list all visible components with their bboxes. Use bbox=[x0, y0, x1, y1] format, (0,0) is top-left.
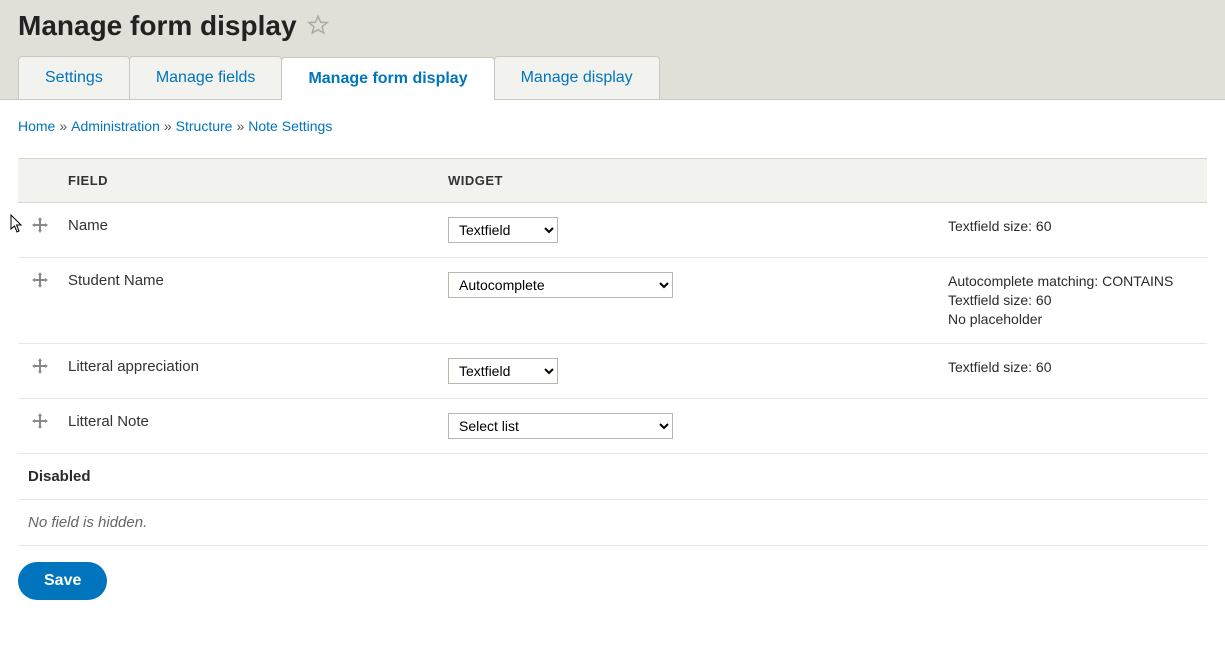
field-name: Litteral appreciation bbox=[58, 343, 438, 398]
widget-select[interactable]: Textfield bbox=[448, 358, 558, 384]
breadcrumb-link[interactable]: Note Settings bbox=[248, 118, 332, 134]
table-row: Litteral appreciation Textfield Textfield … bbox=[18, 343, 1207, 398]
drag-handle-icon[interactable] bbox=[32, 358, 48, 377]
column-header-field: FIELD bbox=[58, 159, 438, 203]
breadcrumb-link[interactable]: Structure bbox=[176, 118, 233, 134]
breadcrumb-separator: » bbox=[55, 118, 71, 134]
widget-summary: Autocomplete matching: CONTAINSTextfield… bbox=[948, 272, 1197, 329]
page-title: Manage form display bbox=[18, 10, 297, 42]
tab-manage-form-display[interactable]: Manage form display bbox=[281, 57, 494, 100]
drag-handle-icon[interactable] bbox=[32, 272, 48, 291]
tab-settings[interactable]: Settings bbox=[18, 56, 130, 99]
star-icon[interactable] bbox=[307, 14, 329, 39]
widget-select[interactable]: Autocomplete bbox=[448, 272, 673, 298]
breadcrumb-link[interactable]: Administration bbox=[71, 118, 160, 134]
save-button[interactable]: Save bbox=[18, 562, 107, 600]
form-display-table: FIELD WIDGET Name Textfield Textfield size… bbox=[18, 158, 1207, 546]
table-row: Name Textfield Textfield size: 60 bbox=[18, 203, 1207, 258]
table-row: Student Name Autocomplete Autocomplete mat… bbox=[18, 258, 1207, 344]
field-name: Litteral Note bbox=[58, 398, 438, 453]
widget-select[interactable]: Textfield bbox=[448, 217, 558, 243]
widget-select[interactable]: Select list bbox=[448, 413, 673, 439]
table-row: Litteral Note Select list bbox=[18, 398, 1207, 453]
breadcrumb-separator: » bbox=[232, 118, 248, 134]
field-name: Name bbox=[58, 203, 438, 258]
breadcrumb-link[interactable]: Home bbox=[18, 118, 55, 134]
disabled-empty-message: No field is hidden. bbox=[18, 499, 1207, 545]
disabled-section-heading: Disabled bbox=[18, 453, 1207, 499]
tab-manage-display[interactable]: Manage display bbox=[494, 56, 660, 99]
widget-summary: Textfield size: 60 bbox=[948, 358, 1197, 377]
primary-tabs: SettingsManage fieldsManage form display… bbox=[18, 56, 1207, 99]
column-header-widget: WIDGET bbox=[438, 159, 938, 203]
breadcrumb-separator: » bbox=[160, 118, 176, 134]
breadcrumb: Home»Administration»Structure»Note Setti… bbox=[18, 112, 1207, 152]
drag-handle-icon[interactable] bbox=[32, 413, 48, 432]
tab-manage-fields[interactable]: Manage fields bbox=[129, 56, 283, 99]
drag-handle-icon[interactable] bbox=[32, 217, 48, 236]
field-name: Student Name bbox=[58, 258, 438, 344]
widget-summary: Textfield size: 60 bbox=[948, 217, 1197, 236]
